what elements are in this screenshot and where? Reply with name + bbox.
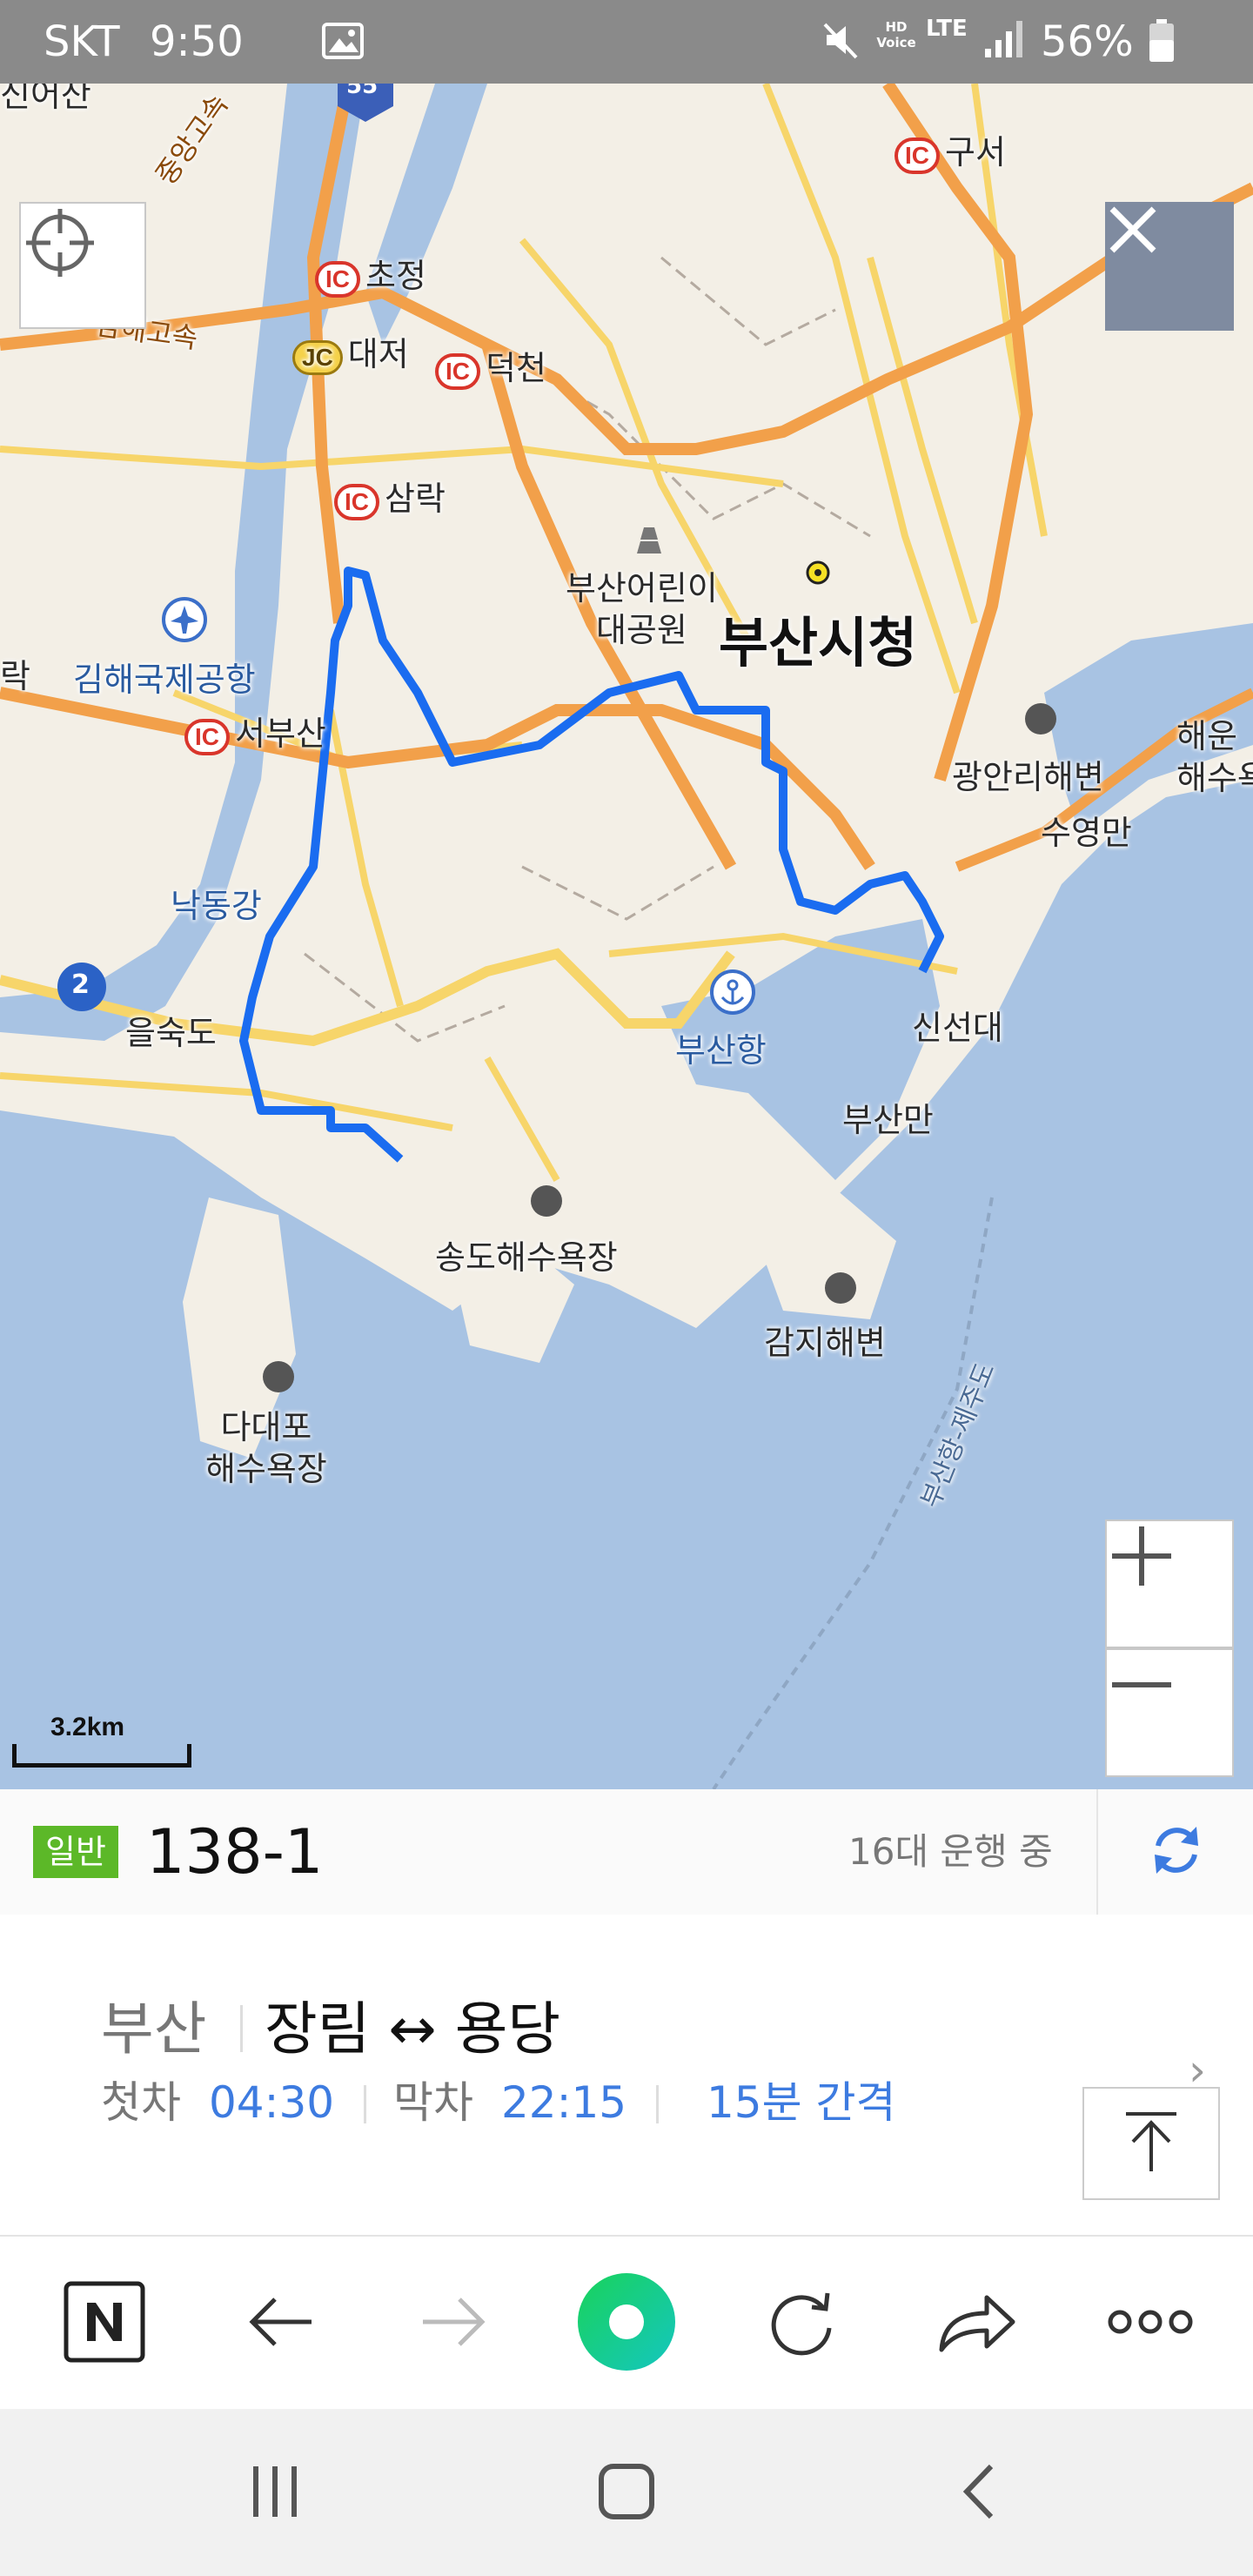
running-bus-count: 16대 운행 중 [848,1830,1053,1873]
highway-2-shield: 2 [71,969,90,1000]
divider [656,2085,659,2123]
divider [364,2085,366,2123]
map-label-dadaepo: 다대포 해수욕장 [205,1408,327,1488]
map-label-songdo: 송도해수욕장 [435,1238,618,1277]
map-label-ic-guseo: IC 구서 [895,125,1006,174]
map-scale: 3.2km [12,1713,191,1768]
map-label-sinseondae: 신선대 [912,1009,1003,1047]
signal-icon [983,19,1025,63]
last-bus-label: 막차 [393,2077,473,2128]
share-button[interactable] [928,2275,1025,2372]
locate-button[interactable] [19,202,146,329]
refresh-icon [1146,1820,1207,1884]
clock: 9:50 [150,17,244,66]
more-button[interactable] [1102,2275,1199,2372]
green-dot-icon [578,2273,675,2374]
zoom-in-button[interactable] [1105,1519,1234,1648]
mute-icon [821,19,863,64]
last-bus-time: 22:15 [501,2077,627,2128]
system-navigation-bar [0,2409,1253,2576]
route-region: 부산 [101,1996,207,2063]
chevron-left-icon [956,2461,1000,2526]
network-type: LTE [926,16,968,42]
map-label-busanman: 부산만 [842,1101,934,1139]
route-terminals: 장림 ↔ 용당 [265,1996,561,2063]
reload-button[interactable] [752,2275,849,2372]
map-label-airport: 김해국제공항 [73,661,256,699]
recent-apps-icon [245,2461,305,2526]
scroll-to-top-button[interactable] [1082,2087,1220,2200]
map-label-gamji: 감지해변 [764,1324,886,1362]
refresh-button[interactable] [1096,1789,1253,1915]
route-number: 138-1 [146,1816,324,1888]
carrier-label: SKT [44,17,120,66]
map-label-ic-samnak: IC 삼락 [334,472,446,520]
map-label-top-left: 신어산 [0,84,91,114]
system-back-button[interactable] [926,2445,1030,2541]
divider [240,2005,243,2052]
map-label-gwangalli: 광안리해변 [952,758,1104,796]
route-header: 일반 138-1 16대 운행 중 [0,1789,1253,1916]
home-button[interactable] [574,2445,679,2541]
map-label-eulsukdo: 을숙도 [125,1014,217,1052]
arrow-left-icon [245,2296,315,2351]
highway-55-shield: 55 [346,84,379,99]
recent-apps-button[interactable] [223,2445,327,2541]
battery-percent: 56% [1041,17,1134,66]
reload-icon [761,2283,840,2365]
share-arrow-icon [935,2287,1018,2360]
home-icon [596,2461,657,2526]
map-label-ic-deokcheon: IC 덕천 [435,341,546,390]
scale-bar [12,1744,191,1768]
map-label-haeundae: 해운 해수욕 [1176,717,1253,797]
hd-voice-indicator: HD Voice [876,19,916,50]
battery-icon [1149,19,1175,66]
bus-interval: 15분 간격 [707,2077,896,2128]
scale-label: 3.2km [50,1713,125,1741]
arrow-right-icon [419,2296,489,2351]
map-label-busan-port: 부산항 [675,1031,767,1070]
zoom-out-button[interactable] [1105,1648,1234,1777]
naver-n-icon [63,2280,146,2367]
more-dots-icon [1107,2309,1194,2338]
route-info-panel[interactable]: 부산 장림 ↔ 용당 첫차 04:30 막차 22:15 15분 간격 › [0,1915,1253,2235]
naver-home-button[interactable] [56,2275,153,2372]
map-label-jc-daejeo: JC 대저 [292,327,409,375]
map-label-left-cut: 락 [0,657,30,695]
map-label-ic-chojeong: IC 초정 [315,249,426,298]
first-bus-label: 첫차 [101,2077,181,2128]
green-dot-button[interactable] [578,2273,675,2374]
close-map-button[interactable] [1105,202,1234,331]
status-bar: SKT 9:50 HD Voice LTE 56% [0,0,1253,84]
gallery-icon [322,23,364,63]
first-bus-time: 04:30 [209,2077,335,2128]
map-label-city-hall: 부산시청 [719,611,918,674]
forward-button[interactable] [405,2275,503,2372]
map-label-nakdonggang: 낙동강 [171,887,262,925]
map-view[interactable]: 신어산 55 중앙고속 남해고속 IC 구서 IC 초정 JC 대저 IC 덕천 IC 삼… [0,84,1253,1789]
map-label-suyeongman: 수영만 [1041,814,1132,852]
map-label-children-park: 부산어린이 대공원 [566,569,718,649]
back-button[interactable] [231,2275,329,2372]
browser-toolbar [0,2235,1253,2411]
route-type-badge: 일반 [33,1826,118,1878]
arrow-up-to-top-icon [1121,2109,1182,2178]
map-label-ic-seobusan: IC 서부산 [184,707,326,755]
